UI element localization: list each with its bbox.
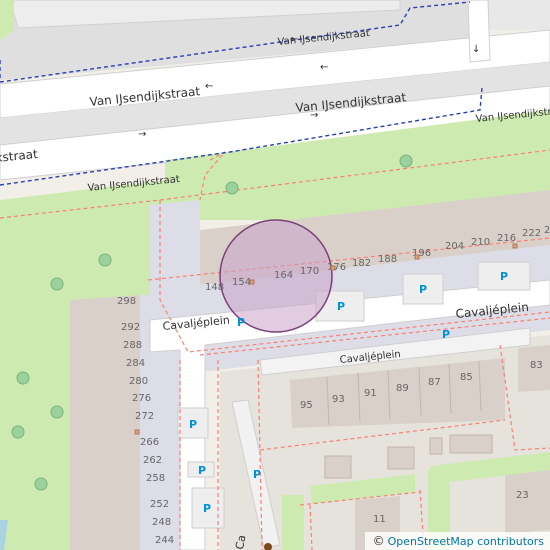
parking-icon: P bbox=[419, 283, 427, 296]
house-number: 23 bbox=[516, 490, 529, 501]
house-number: 248 bbox=[152, 517, 171, 528]
map-canvas[interactable]: ← ← ← → → ↓ Van IJsendijkstraat Van IJse… bbox=[0, 0, 550, 550]
house-number: 252 bbox=[150, 499, 169, 510]
parking-icon: P bbox=[500, 270, 508, 283]
parking-icon: P bbox=[442, 328, 450, 341]
parking-icon: P bbox=[237, 316, 245, 329]
house-number: 276 bbox=[132, 393, 151, 404]
house-number: 210 bbox=[471, 237, 490, 248]
parking-icon: P bbox=[337, 300, 345, 313]
house-number: 284 bbox=[126, 358, 145, 369]
house-number: 272 bbox=[135, 411, 154, 422]
copyright-symbol: © bbox=[372, 534, 385, 548]
house-number: 266 bbox=[140, 437, 159, 448]
house-number: 298 bbox=[117, 296, 136, 307]
house-number: 83 bbox=[530, 360, 543, 371]
house-number: 2 bbox=[544, 225, 550, 236]
house-number: 288 bbox=[123, 340, 142, 351]
house-number: 222 bbox=[522, 228, 541, 239]
house-number: 87 bbox=[428, 377, 441, 388]
house-number: 262 bbox=[143, 455, 162, 466]
svg-text:→: → bbox=[138, 129, 146, 140]
parking-icon: P bbox=[203, 502, 211, 515]
house-number: 188 bbox=[378, 254, 397, 265]
svg-text:←: ← bbox=[205, 81, 213, 92]
house-number: 258 bbox=[146, 473, 165, 484]
house-number: 176 bbox=[327, 262, 346, 273]
street-label-bottom-edge: Ca bbox=[233, 534, 248, 550]
building-left bbox=[70, 295, 140, 550]
attribution: © OpenStreetMap contributors bbox=[364, 532, 550, 550]
house-number: 204 bbox=[445, 241, 464, 252]
house-number: 154 bbox=[232, 277, 251, 288]
house-number: 244 bbox=[155, 535, 174, 546]
house-number: 292 bbox=[121, 322, 140, 333]
house-number: 170 bbox=[300, 266, 319, 277]
osm-contributors-link[interactable]: OpenStreetMap contributors bbox=[388, 535, 544, 548]
house-number: 11 bbox=[373, 514, 386, 525]
house-number: 85 bbox=[460, 372, 473, 383]
map-svg: ← ← ← → → ↓ Van IJsendijkstraat Van IJse… bbox=[0, 0, 550, 550]
house-number: 148 bbox=[205, 282, 224, 293]
svg-text:↓: ↓ bbox=[472, 44, 480, 55]
house-number: 216 bbox=[497, 233, 516, 244]
parking-icon: P bbox=[189, 418, 197, 431]
parking-icon: P bbox=[253, 468, 261, 481]
house-number: 164 bbox=[274, 270, 293, 281]
house-number: 93 bbox=[332, 394, 345, 405]
parking-icon: P bbox=[198, 464, 206, 477]
svg-text:←: ← bbox=[320, 62, 328, 73]
house-number: 95 bbox=[300, 400, 313, 411]
house-number: 89 bbox=[396, 383, 409, 394]
house-number: 280 bbox=[129, 376, 148, 387]
house-number: 91 bbox=[364, 388, 377, 399]
house-number: 182 bbox=[352, 258, 371, 269]
